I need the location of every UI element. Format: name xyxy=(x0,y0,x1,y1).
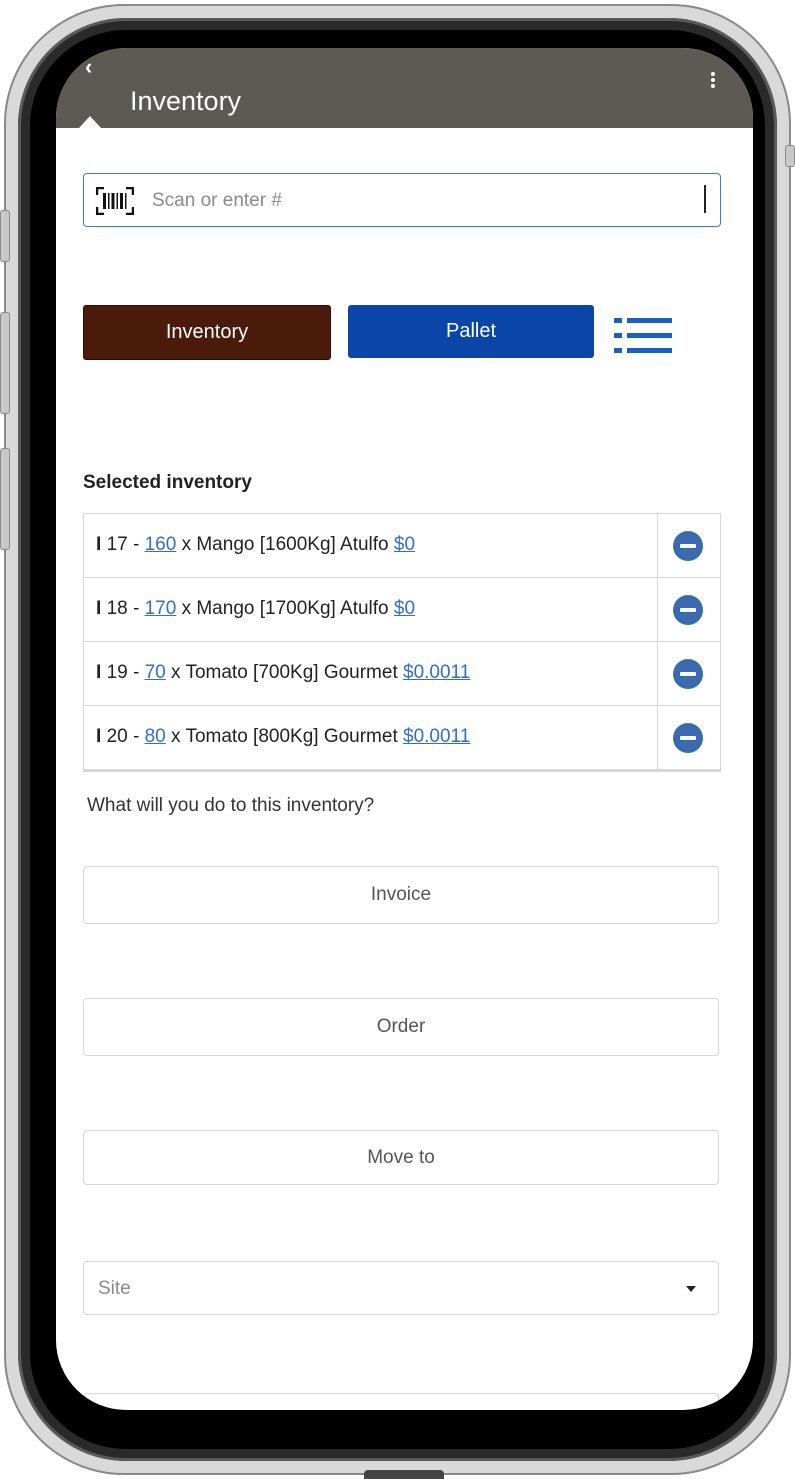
app-bar: ‹ Inventory xyxy=(56,48,753,128)
remove-icon[interactable] xyxy=(673,723,703,753)
item-marker: I xyxy=(96,662,102,683)
kebab-menu-icon[interactable] xyxy=(711,72,715,90)
item-id: 17 xyxy=(106,534,128,555)
row-text: I 18 - 170 x Mango [1700Kg] Atulfo $0 xyxy=(96,598,416,619)
page-title: Inventory xyxy=(130,86,242,116)
power-button xyxy=(785,145,795,167)
remove-icon[interactable] xyxy=(673,531,703,561)
row-text: I 20 - 80 x Tomato [800Kg] Gourmet $0.00… xyxy=(96,726,471,747)
text-cursor xyxy=(704,185,706,213)
remove-icon[interactable] xyxy=(673,659,703,689)
item-id: 19 xyxy=(106,662,128,683)
app-screen: ‹ Inventory Inventory Pallet Selected in… xyxy=(56,48,753,1410)
table-row: I 20 - 80 x Tomato [800Kg] Gourmet $0.00… xyxy=(84,706,720,769)
title-caret-icon xyxy=(79,116,101,128)
table-row: I 18 - 170 x Mango [1700Kg] Atulfo $0 xyxy=(84,578,720,642)
item-description: x Mango [1600Kg] Atulfo xyxy=(181,534,389,555)
row-text: I 19 - 70 x Tomato [700Kg] Gourmet $0.00… xyxy=(96,662,471,683)
remove-cell xyxy=(657,642,720,705)
next-field[interactable] xyxy=(83,1393,719,1410)
volume-down-button xyxy=(0,448,10,550)
volume-up-button xyxy=(0,312,10,414)
scan-input[interactable] xyxy=(150,174,694,228)
site-placeholder: Site xyxy=(98,1278,131,1299)
row-text: I 17 - 160 x Mango [1600Kg] Atulfo $0 xyxy=(96,534,416,555)
item-description: x Tomato [800Kg] Gourmet xyxy=(171,726,398,747)
site-select[interactable]: Site xyxy=(83,1261,719,1315)
item-id: 18 xyxy=(106,598,128,619)
list-icon[interactable] xyxy=(614,318,674,354)
item-id: 20 xyxy=(106,726,128,747)
action-question: What will you do to this inventory? xyxy=(87,795,375,816)
price-link[interactable]: $0 xyxy=(394,598,415,619)
invoice-button[interactable]: Invoice xyxy=(83,866,719,924)
selected-inventory-heading: Selected inventory xyxy=(83,472,252,493)
quantity-link[interactable]: 80 xyxy=(145,726,166,747)
quantity-link[interactable]: 70 xyxy=(145,662,166,683)
remove-cell xyxy=(657,706,720,769)
item-description: x Tomato [700Kg] Gourmet xyxy=(171,662,398,683)
scan-field[interactable] xyxy=(83,173,721,228)
chevron-down-icon xyxy=(686,1286,696,1292)
table-row: I 17 - 160 x Mango [1600Kg] Atulfo $0 xyxy=(84,514,720,578)
item-description: x Mango [1700Kg] Atulfo xyxy=(181,598,389,619)
pallet-mode-button[interactable]: Pallet xyxy=(348,305,594,358)
selected-inventory-table: I 17 - 160 x Mango [1600Kg] Atulfo $0 I … xyxy=(83,513,721,772)
remove-icon[interactable] xyxy=(673,595,703,625)
barcode-icon[interactable] xyxy=(96,187,134,215)
table-row: I 19 - 70 x Tomato [700Kg] Gourmet $0.00… xyxy=(84,642,720,706)
item-marker: I xyxy=(96,726,102,747)
item-marker: I xyxy=(96,534,102,555)
move-to-button[interactable]: Move to xyxy=(83,1130,719,1185)
quantity-link[interactable]: 160 xyxy=(145,534,177,555)
inventory-mode-button[interactable]: Inventory xyxy=(83,305,331,360)
remove-cell xyxy=(657,514,720,577)
quantity-link[interactable]: 170 xyxy=(145,598,177,619)
price-link[interactable]: $0.0011 xyxy=(403,726,470,747)
price-link[interactable]: $0.0011 xyxy=(403,662,470,683)
back-button[interactable]: ‹ xyxy=(85,54,92,80)
charging-port xyxy=(364,1470,444,1479)
mute-switch xyxy=(0,210,10,262)
remove-cell xyxy=(657,578,720,641)
order-button[interactable]: Order xyxy=(83,998,719,1056)
price-link[interactable]: $0 xyxy=(394,534,415,555)
item-marker: I xyxy=(96,598,102,619)
